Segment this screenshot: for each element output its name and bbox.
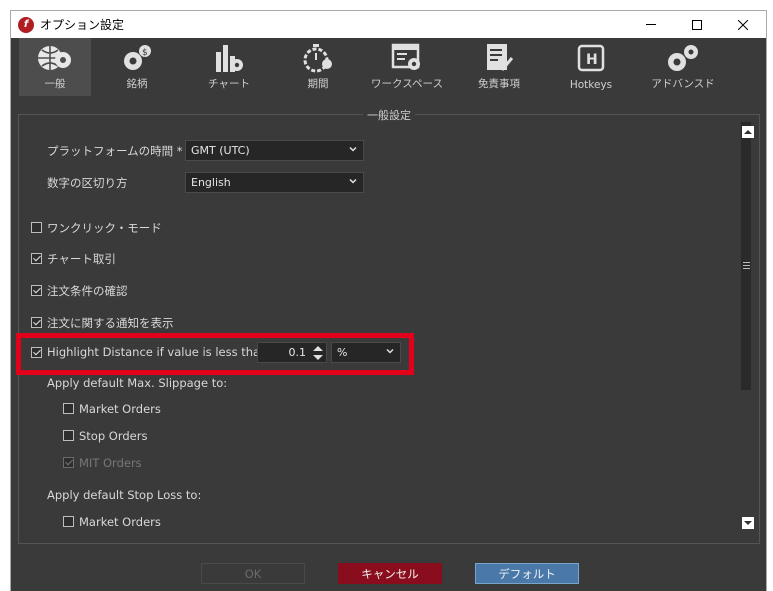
- chart-trading-checkbox[interactable]: [31, 253, 42, 264]
- svg-text:H: H: [586, 52, 598, 68]
- slippage-heading: Apply default Max. Slippage to:: [47, 376, 228, 390]
- app-logo-icon: f: [18, 16, 34, 33]
- tab-label: チャート: [208, 78, 250, 90]
- chevron-down-icon: [349, 178, 357, 184]
- number-separator-select[interactable]: English: [185, 172, 364, 193]
- close-button[interactable]: [720, 11, 766, 38]
- tab-symbols[interactable]: $ 銘柄: [91, 38, 183, 96]
- tab-general[interactable]: 一般: [19, 38, 91, 96]
- tab-label: Hotkeys: [569, 79, 613, 91]
- tab-label: アドバンスド: [651, 78, 715, 90]
- minimize-icon: [646, 23, 656, 25]
- one-click-mode-label: ワンクリック・モード: [47, 221, 162, 235]
- tab-advanced[interactable]: アドバンスド: [637, 38, 729, 96]
- scrollbar-thumb[interactable]: [741, 122, 751, 390]
- document-pen-icon: [487, 44, 514, 71]
- gears-icon: [668, 45, 698, 71]
- slippage-mit-checkbox: [63, 457, 74, 468]
- panel-title: 一般設定: [363, 109, 415, 122]
- window-gear-icon: [391, 43, 420, 70]
- tab-hotkeys[interactable]: H Hotkeys: [545, 38, 637, 96]
- scroll-grip-icon: [743, 262, 750, 269]
- highlight-unit-select[interactable]: %: [331, 342, 401, 363]
- number-separator-value: English: [191, 176, 231, 189]
- stepper-icon[interactable]: [312, 344, 324, 362]
- order-notify-checkbox[interactable]: [31, 317, 42, 328]
- ok-button: OK: [201, 563, 305, 584]
- slippage-stop-checkbox[interactable]: [63, 430, 74, 441]
- tab-label: 期間: [307, 78, 329, 90]
- highlight-distance-checkbox[interactable]: [31, 347, 42, 358]
- slippage-stop-label: Stop Orders: [79, 429, 148, 443]
- slippage-market-checkbox[interactable]: [63, 403, 74, 414]
- globe-gear-icon: [38, 46, 71, 70]
- stopwatch-icon: [303, 44, 332, 73]
- window-title: オプション設定: [40, 18, 125, 32]
- stoploss-heading: Apply default Stop Loss to:: [47, 488, 202, 502]
- slippage-market-label: Market Orders: [79, 402, 161, 416]
- scroll-down-button[interactable]: [742, 517, 754, 529]
- number-separator-label: 数字の区切り方: [47, 176, 128, 190]
- default-button[interactable]: デフォルト: [475, 563, 579, 584]
- tab-period[interactable]: 期間: [275, 38, 361, 96]
- gear-dollar-icon: $: [124, 45, 151, 70]
- tab-label: ワークスペース: [371, 78, 443, 90]
- chart-trading-label: チャート取引: [47, 252, 116, 266]
- stoploss-market-label: Market Orders: [79, 515, 161, 529]
- highlight-distance-label: Highlight Distance if value is less than: [47, 345, 268, 359]
- hotkey-h-icon: H: [577, 44, 605, 72]
- cancel-button[interactable]: キャンセル: [338, 563, 442, 584]
- order-confirm-checkbox[interactable]: [31, 285, 42, 296]
- tab-disclaimer[interactable]: 免責事項: [453, 38, 545, 96]
- minimize-button[interactable]: [628, 11, 674, 38]
- platform-time-select[interactable]: GMT (UTC): [185, 140, 364, 161]
- chevron-down-icon: [386, 348, 394, 354]
- arrow-down-icon: [744, 521, 752, 525]
- tab-label: 銘柄: [126, 78, 148, 90]
- chart-gear-icon: [216, 45, 243, 72]
- title-bar: f オプション設定: [10, 10, 767, 38]
- chevron-down-icon: [349, 146, 357, 152]
- scroll-up-button[interactable]: [742, 126, 754, 138]
- tab-label: 免責事項: [478, 78, 520, 90]
- maximize-button[interactable]: [674, 11, 720, 38]
- category-toolbar: 一般 $ 銘柄 チャート 期間 ワークスペース 免責事項 H Hotkeys ア…: [11, 38, 766, 96]
- close-icon: [738, 19, 748, 30]
- slippage-mit-label: MIT Orders: [79, 456, 142, 470]
- platform-time-label: プラットフォームの時間 *: [47, 144, 183, 158]
- highlight-unit-value: %: [337, 346, 348, 359]
- one-click-mode-checkbox[interactable]: [31, 222, 42, 233]
- tab-label: 一般: [44, 78, 66, 90]
- arrow-up-icon: [744, 130, 752, 134]
- order-notify-label: 注文に関する通知を表示: [47, 316, 174, 330]
- maximize-icon: [692, 19, 702, 30]
- platform-time-value: GMT (UTC): [191, 144, 250, 157]
- tab-chart[interactable]: チャート: [183, 38, 275, 96]
- svg-text:$: $: [142, 48, 148, 58]
- tab-workspace[interactable]: ワークスペース: [361, 38, 453, 96]
- order-confirm-label: 注文条件の確認: [47, 284, 128, 298]
- stoploss-market-checkbox[interactable]: [63, 516, 74, 527]
- highlight-distance-value: 0.1: [288, 346, 307, 359]
